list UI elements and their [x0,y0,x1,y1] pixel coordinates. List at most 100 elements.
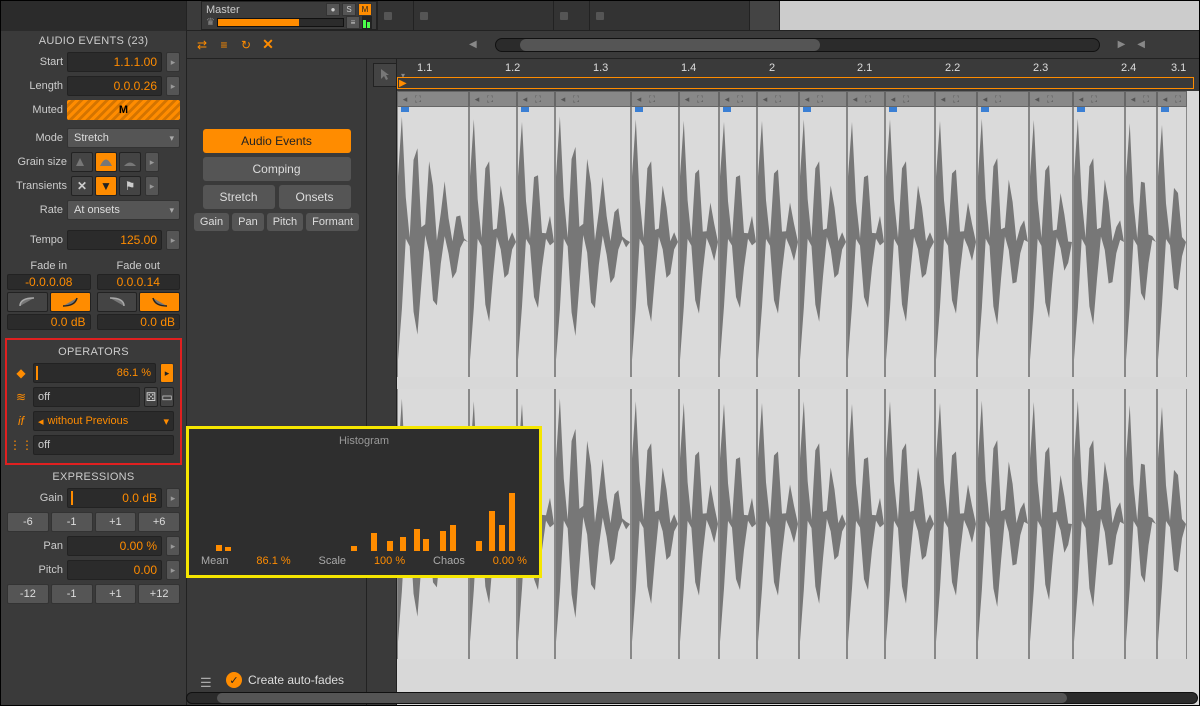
audio-event[interactable] [885,389,935,659]
expr-pitch[interactable]: Pitch [267,213,303,231]
clip-header[interactable]: ◂⛶ [469,91,517,107]
mode-dropdown[interactable]: Stretch [67,128,180,148]
condition-dropdown[interactable]: ◂without Previous▾ [33,411,174,431]
gain-popout[interactable]: ▸ [166,488,180,508]
onset-marker[interactable] [635,107,643,112]
audio-event[interactable] [555,389,631,659]
onset-marker[interactable] [1161,107,1169,112]
mode-stretch[interactable]: Stretch [203,185,275,209]
seed-dice[interactable]: ⚄ [144,387,158,407]
clip-header[interactable]: ◂⛶ [719,91,757,107]
grain-popout[interactable]: ▸ [145,152,159,172]
audio-event[interactable] [935,107,977,377]
audio-event[interactable] [397,107,469,377]
scroll-play[interactable]: ▶ [1118,39,1126,50]
grain-med[interactable] [95,152,117,172]
gain-value[interactable]: 0.0 dB [67,488,162,508]
clip-header[interactable]: ◂⛶ [555,91,631,107]
audio-event[interactable] [1125,107,1157,377]
onset-marker[interactable] [889,107,897,112]
start-value[interactable]: 1.1.1.00 [67,52,162,72]
rate-dropdown[interactable]: At onsets [67,200,180,220]
grain-large[interactable] [119,152,141,172]
audio-event[interactable] [1073,389,1125,659]
audio-event[interactable] [1029,107,1073,377]
hist-chaos-value[interactable]: 0.00 % [493,555,527,567]
clip-header[interactable]: ◂⛶ [757,91,799,107]
clip-header[interactable]: ◂⛶ [517,91,555,107]
fadeout-curve-exp[interactable] [139,292,180,312]
clip-header[interactable]: ◂⛶ [1157,91,1187,107]
timeline-scroll[interactable] [186,692,1198,704]
loop-icon[interactable]: ↻ [237,36,255,54]
expr-formant[interactable]: Formant [306,213,359,231]
audio-event[interactable] [1157,389,1187,659]
loop-region[interactable] [397,77,1194,89]
playhead-marker[interactable]: ▶ [399,78,407,89]
occurrence-value[interactable]: off [33,435,174,455]
onset-marker[interactable] [401,107,409,112]
mute-button[interactable]: M [358,3,372,16]
hist-scale-value[interactable]: 100 % [374,555,405,567]
audio-event[interactable] [631,389,679,659]
onset-marker[interactable] [521,107,529,112]
audio-event[interactable] [469,107,517,377]
overview-scroll[interactable] [495,38,1100,52]
audio-event[interactable] [977,107,1029,377]
audio-event[interactable] [799,107,847,377]
master-track[interactable]: Master ● S M ♛ ≡ [201,1,377,30]
audio-event[interactable] [679,107,719,377]
fadein-curve-lin[interactable] [7,292,48,312]
close-icon[interactable]: ✕ [259,36,277,54]
pan-popout[interactable]: ▸ [166,536,180,556]
trans-popout[interactable]: ▸ [145,176,159,196]
swap-icon[interactable]: ⇄ [193,36,211,54]
audio-event[interactable] [799,389,847,659]
tempo-popout[interactable]: ▸ [166,230,180,250]
clip-header[interactable]: ◂⛶ [1125,91,1157,107]
gain-minus1[interactable]: -1 [51,512,93,532]
mode-comping[interactable]: Comping [203,157,351,181]
master-volume[interactable] [217,18,344,27]
seed-lock[interactable]: ▭ [160,387,174,407]
gain-plus6[interactable]: +6 [138,512,180,532]
onset-marker[interactable] [803,107,811,112]
scroll-right[interactable]: ◀ [1137,39,1145,50]
master-menu[interactable]: ≡ [346,16,360,29]
hist-mean-value[interactable]: 86.1 % [256,555,290,567]
mode-audio-events[interactable]: Audio Events [203,129,351,153]
clip-header[interactable]: ◂⛶ [847,91,885,107]
fadein-db[interactable]: 0.0 dB [7,314,91,330]
audio-event[interactable] [719,107,757,377]
audio-event[interactable] [977,389,1029,659]
audio-event[interactable] [679,389,719,659]
solo-button[interactable]: S [342,3,356,16]
pitch-plus12[interactable]: +12 [138,584,180,604]
clip-header[interactable]: ◂⛶ [1029,91,1073,107]
trans-off[interactable]: ✕ [71,176,93,196]
clip-header[interactable]: ◂⛶ [631,91,679,107]
layers-icon[interactable]: ☰ [200,675,212,691]
clip-header[interactable]: ◂⛶ [397,91,469,107]
pitch-minus1[interactable]: -1 [51,584,93,604]
onset-marker[interactable] [981,107,989,112]
grain-small[interactable] [71,152,93,172]
fadein-curve-exp[interactable] [50,292,91,312]
clip-header[interactable]: ◂⛶ [679,91,719,107]
tempo-value[interactable]: 125.00 [67,230,162,250]
expr-gain[interactable]: Gain [194,213,229,231]
gain-plus1[interactable]: +1 [95,512,137,532]
audio-event[interactable] [885,107,935,377]
audio-event[interactable] [1073,107,1125,377]
fadeout-db[interactable]: 0.0 dB [97,314,181,330]
expr-pan[interactable]: Pan [232,213,264,231]
pitch-popout[interactable]: ▸ [166,560,180,580]
audio-event[interactable] [935,389,977,659]
audio-event[interactable] [757,389,799,659]
pitch-plus1[interactable]: +1 [95,584,137,604]
clip-header[interactable]: ◂⛶ [935,91,977,107]
histogram-canvas[interactable] [199,451,529,551]
audio-event[interactable] [757,107,799,377]
clip-header[interactable]: ◂⛶ [799,91,847,107]
onset-marker[interactable] [1077,107,1085,112]
